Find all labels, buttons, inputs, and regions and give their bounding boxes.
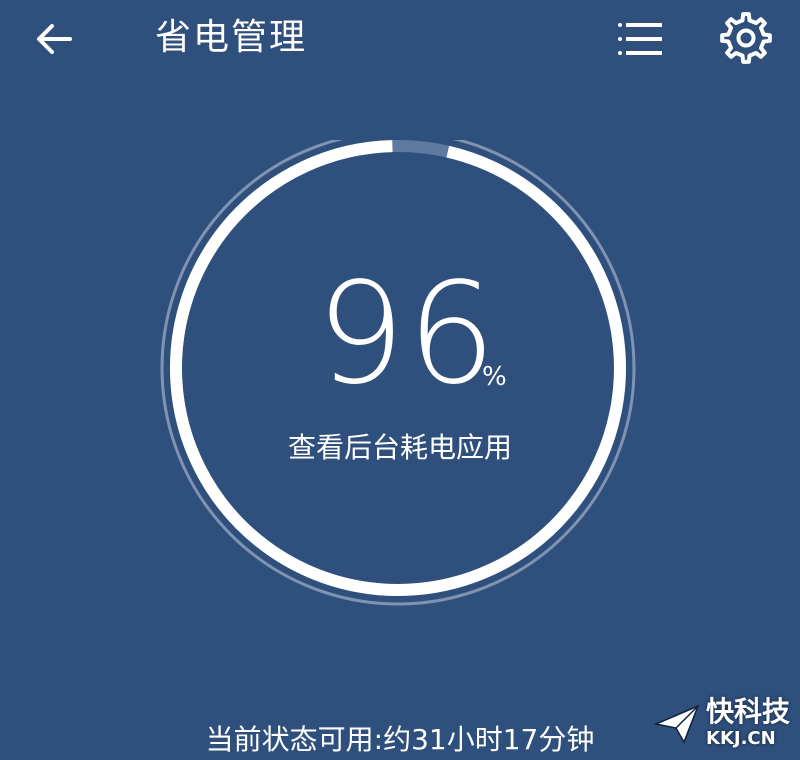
percent-unit: % xyxy=(482,362,507,392)
arrow-left-icon xyxy=(37,24,72,54)
watermark-brand: 快科技 xyxy=(706,695,791,728)
bird-logo-icon xyxy=(654,704,700,744)
page-title: 省电管理 xyxy=(155,17,308,58)
back-button[interactable] xyxy=(30,14,80,64)
list-icon xyxy=(618,23,662,55)
watermark: 快科技 KKJ.CN xyxy=(654,692,794,756)
gear-icon xyxy=(720,12,772,64)
battery-percentage: 96 xyxy=(316,253,499,416)
settings-button[interactable] xyxy=(718,10,774,66)
view-background-apps-link[interactable]: 查看后台耗电应用 xyxy=(0,428,800,468)
top-bar: 省电管理 xyxy=(0,0,800,80)
menu-button[interactable] xyxy=(612,14,668,64)
watermark-url: KKJ.CN xyxy=(706,728,776,749)
